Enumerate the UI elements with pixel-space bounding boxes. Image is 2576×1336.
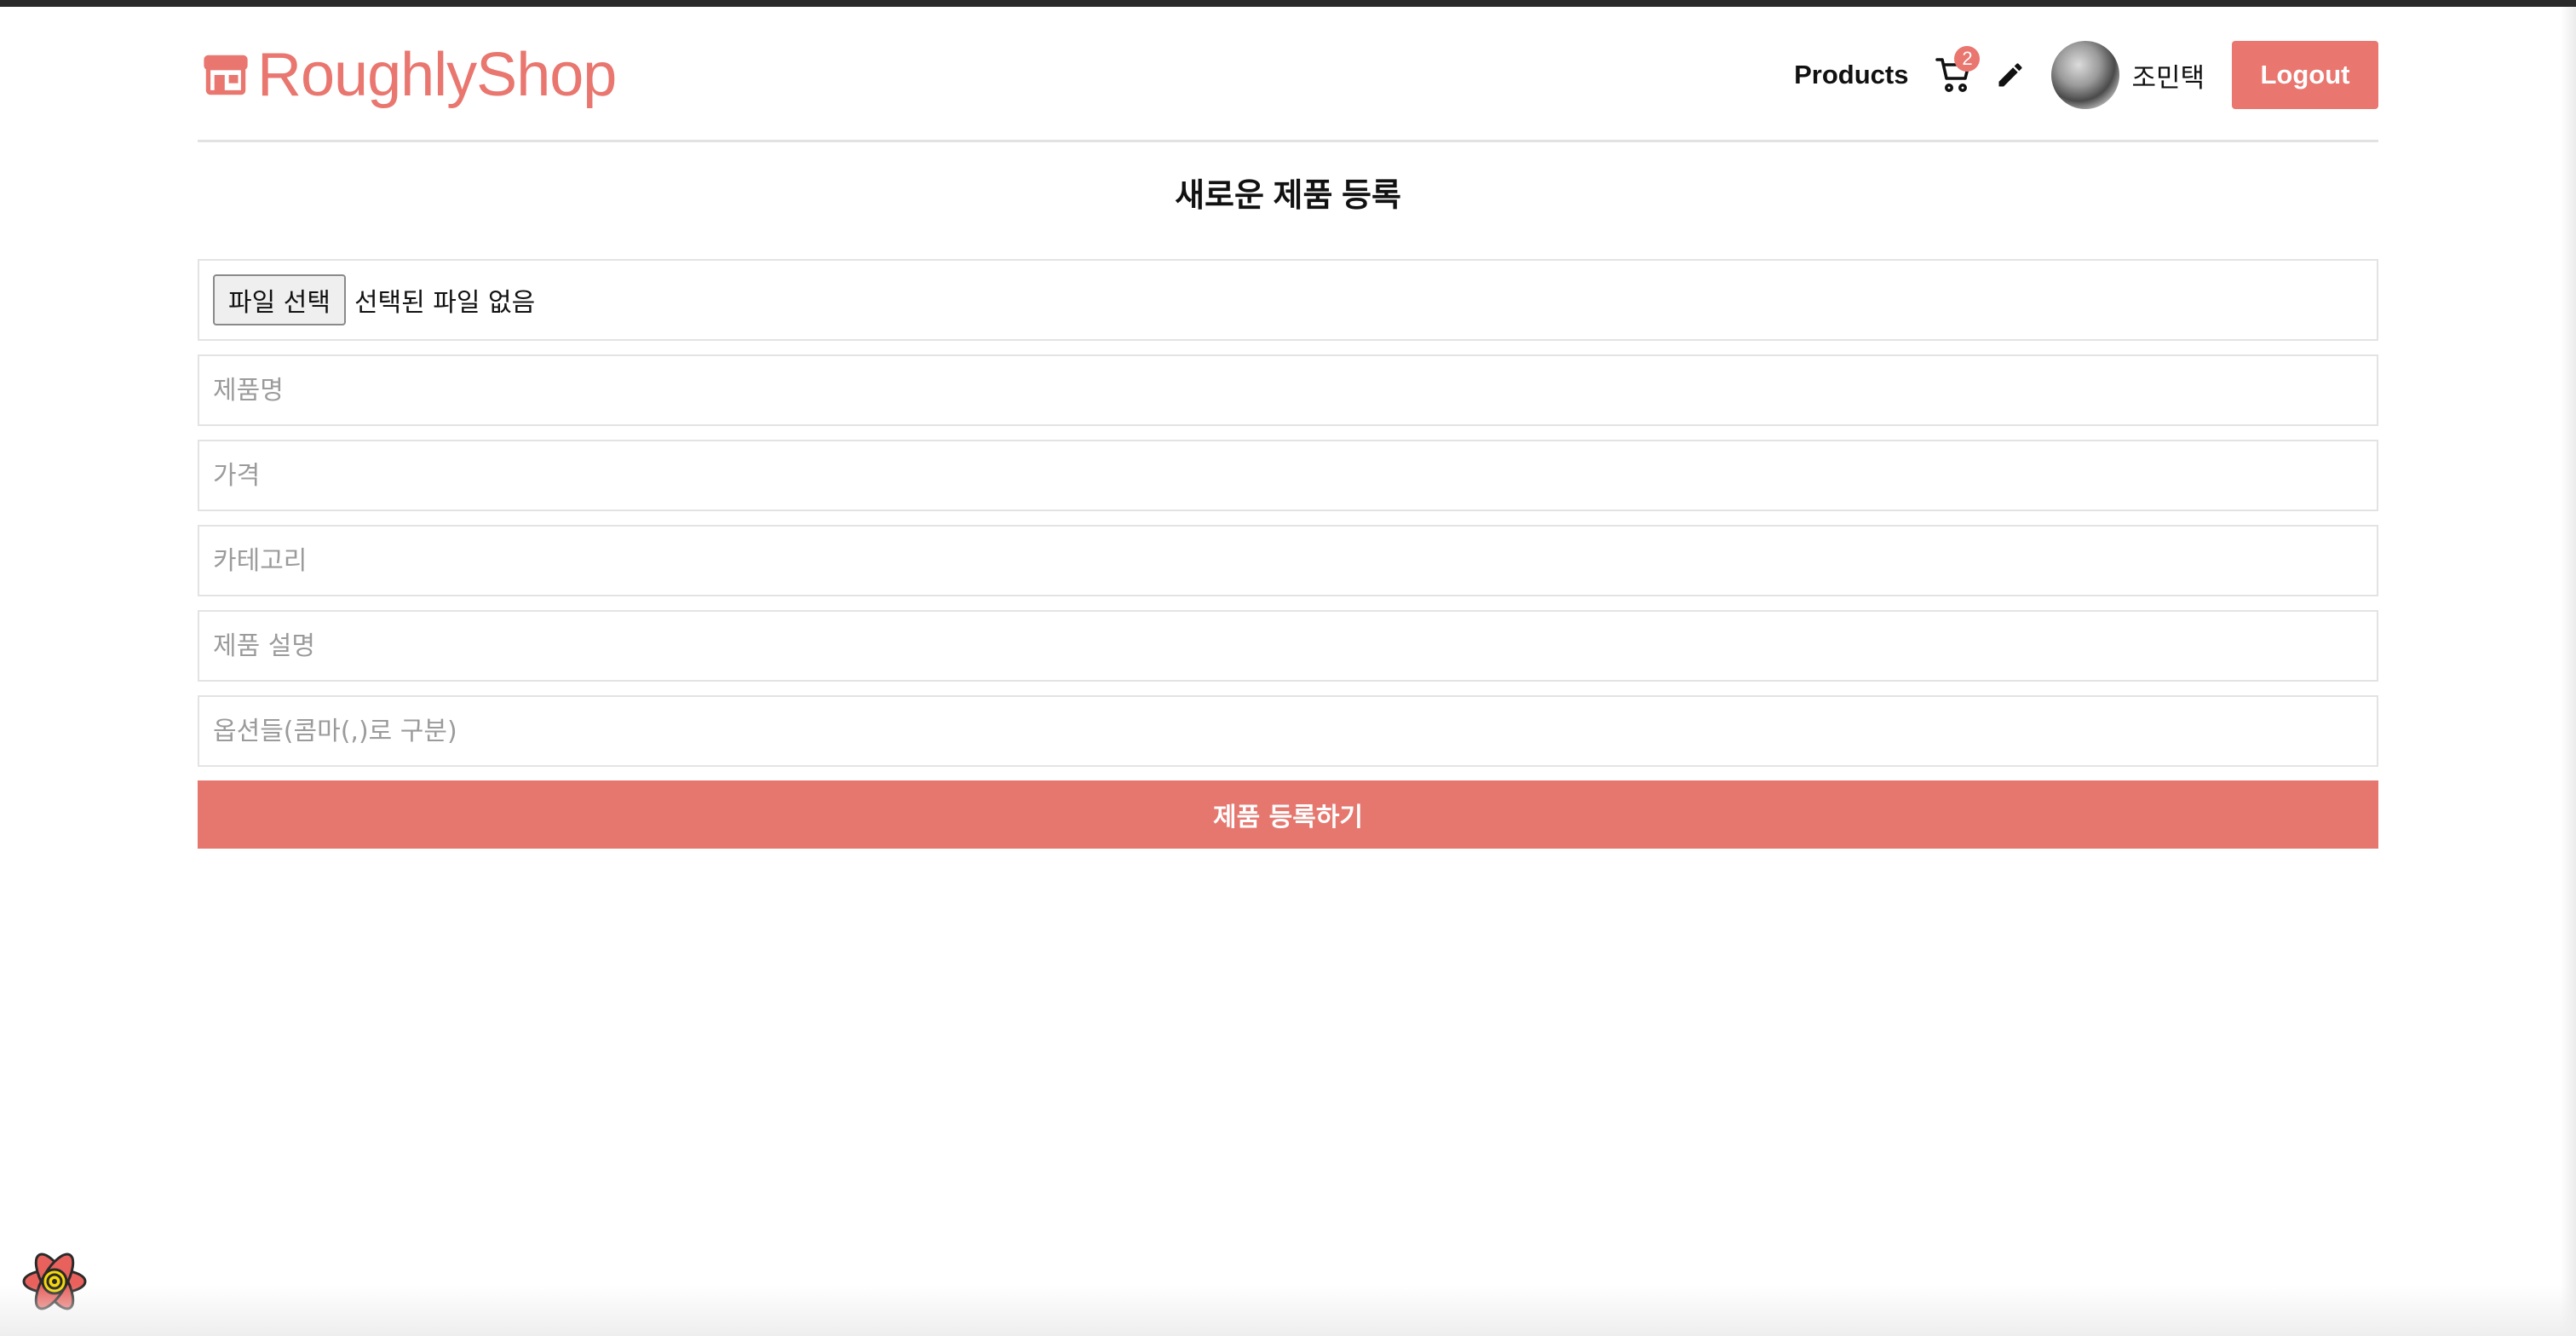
- username: 조민택: [2131, 62, 2205, 93]
- page-title: 새로운 제품 등록: [1175, 178, 1401, 214]
- main-nav: Products 2 조민택 Logout: [1794, 41, 2378, 109]
- cart-button[interactable]: 2: [1934, 46, 1981, 95]
- logo-link[interactable]: RoughlyShop: [201, 41, 617, 109]
- logout-button[interactable]: Logout: [2232, 41, 2378, 109]
- nav-products-link[interactable]: Products: [1794, 60, 1908, 90]
- pencil-icon[interactable]: [1995, 60, 2026, 90]
- category-input[interactable]: [198, 525, 2378, 596]
- cart-count-badge: 2: [1954, 46, 1981, 72]
- price-input[interactable]: [198, 440, 2378, 511]
- window-top-bar: [0, 0, 2576, 7]
- store-icon: [204, 55, 248, 95]
- choose-file-button[interactable]: 파일 선택: [213, 274, 346, 325]
- submit-product-button[interactable]: 제품 등록하기: [198, 780, 2378, 849]
- description-input[interactable]: [198, 610, 2378, 682]
- window-bottom-fade: [0, 1285, 2576, 1336]
- product-name-input[interactable]: [198, 354, 2378, 426]
- file-status-text: 선택된 파일 없음: [354, 288, 536, 318]
- logo-text: RoughlyShop: [257, 41, 617, 109]
- file-upload-field: 파일 선택 선택된 파일 없음: [198, 259, 2378, 341]
- options-input[interactable]: [198, 695, 2378, 767]
- new-product-form: 파일 선택 선택된 파일 없음 제품 등록하기: [198, 259, 2378, 849]
- avatar: [2051, 41, 2120, 109]
- site-header: RoughlyShop Products 2 조민택 Logout: [198, 34, 2378, 142]
